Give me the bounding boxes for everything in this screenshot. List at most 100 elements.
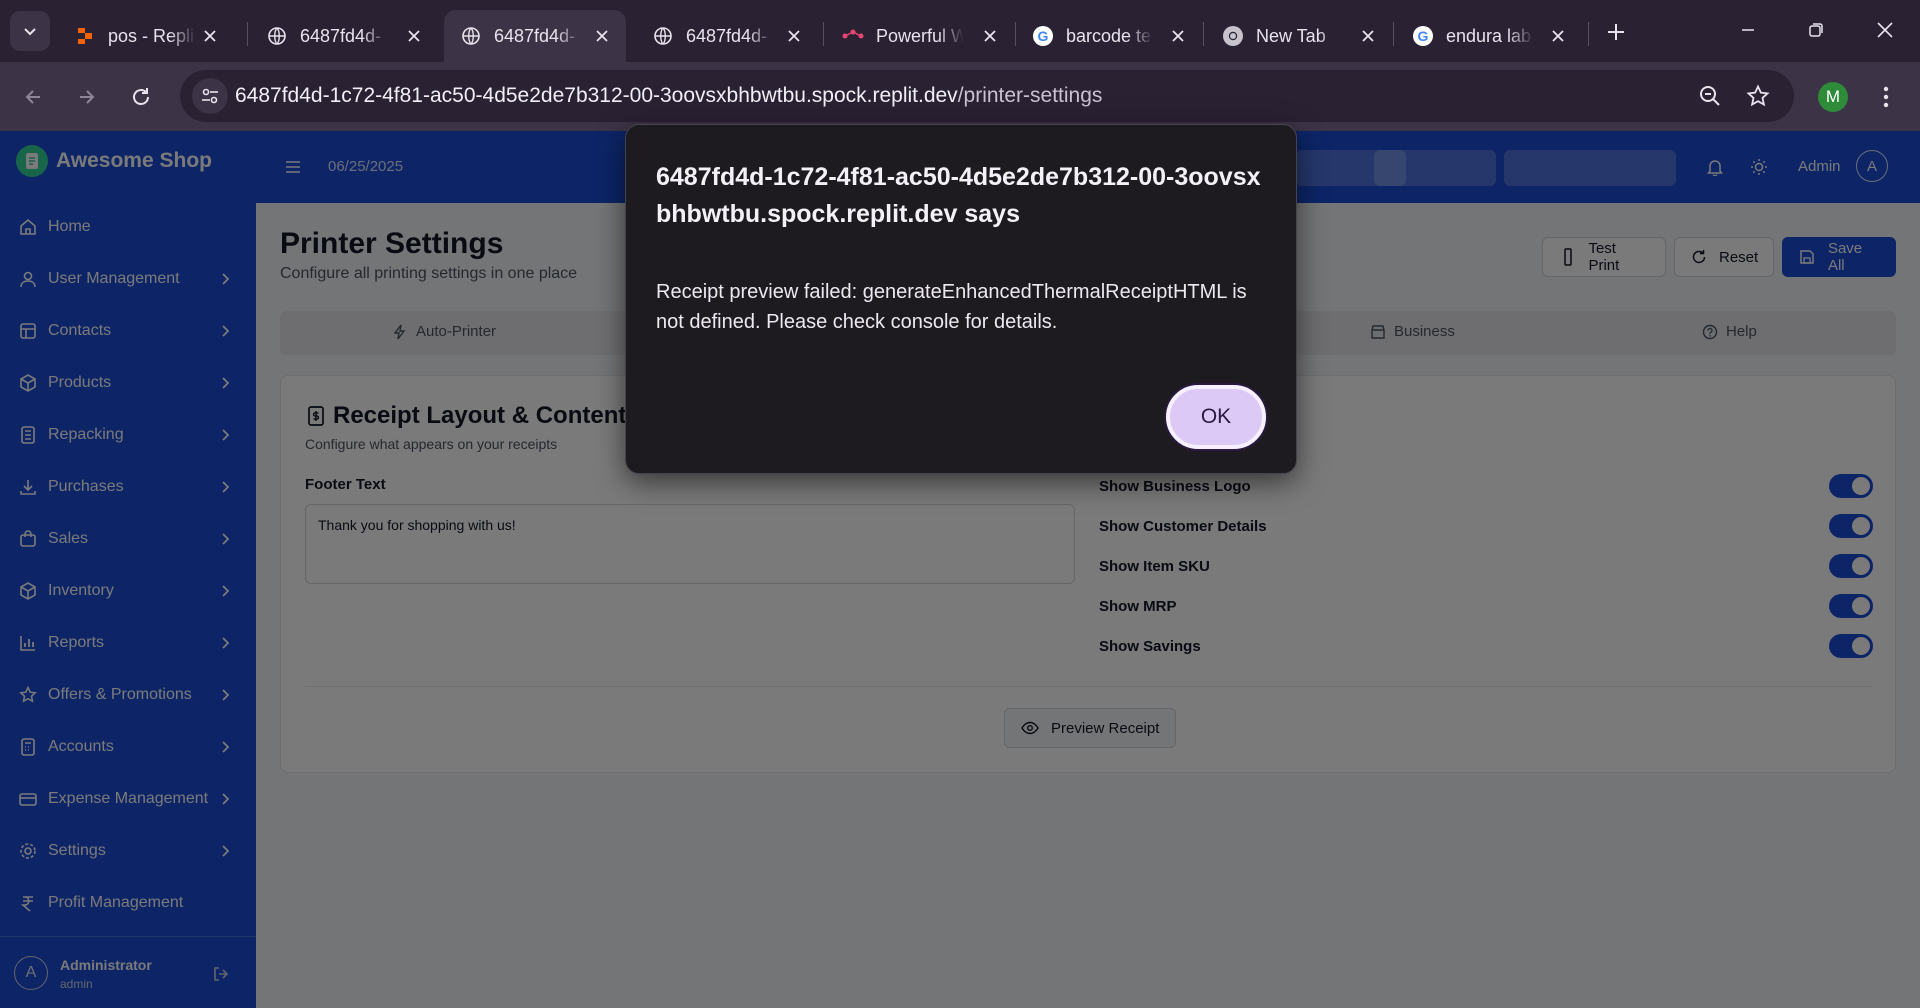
ok-button[interactable]: OK: [1166, 385, 1266, 449]
wallet-icon: [18, 789, 38, 809]
close-tab-icon[interactable]: [1168, 26, 1188, 46]
close-tab-icon[interactable]: [1548, 26, 1568, 46]
avatar[interactable]: A: [14, 956, 48, 990]
sidebar-item-accounts[interactable]: Accounts: [0, 721, 256, 773]
close-tab-icon[interactable]: [404, 26, 424, 46]
sidebar-item-label: Contacts: [48, 322, 112, 339]
brand[interactable]: Awesome Shop: [16, 145, 212, 177]
theme-toggle-button[interactable]: [1748, 156, 1770, 178]
bookmark-button[interactable]: [1744, 82, 1772, 110]
sidebar-item-home[interactable]: Home: [0, 201, 256, 253]
browser-tab-active[interactable]: 6487fd4d-: [444, 10, 626, 62]
save-all-button[interactable]: Save All: [1782, 237, 1896, 277]
back-button[interactable]: [14, 78, 52, 116]
sidebar-item-label: Offers & Promotions: [48, 686, 192, 703]
menu-toggle-button[interactable]: [282, 157, 304, 177]
footer-text-input[interactable]: Thank you for shopping with us!: [305, 504, 1075, 584]
sidebar-item-user-management[interactable]: User Management: [0, 253, 256, 305]
sidebar-item-inventory[interactable]: Inventory: [0, 565, 256, 617]
globe-icon: [266, 25, 288, 47]
minimize-button[interactable]: [1725, 12, 1771, 48]
user-icon: [18, 269, 38, 289]
tab-business[interactable]: Business: [1370, 323, 1455, 340]
header-action-button[interactable]: [1504, 150, 1676, 186]
reset-button[interactable]: Reset: [1674, 237, 1774, 277]
toggle-show-business-logo: Show Business Logo: [1099, 472, 1873, 502]
chevron-right-icon: [216, 529, 236, 549]
avatar[interactable]: A: [1856, 150, 1888, 182]
toggle-knob: [1852, 557, 1870, 575]
toggle-switch[interactable]: [1829, 634, 1873, 658]
close-tab-icon[interactable]: [592, 26, 612, 46]
browser-tab[interactable]: pos - Replit: [58, 10, 234, 62]
site-info-button[interactable]: [192, 78, 228, 114]
zoom-button[interactable]: [1696, 82, 1724, 110]
close-tab-icon[interactable]: [200, 26, 220, 46]
browser-tab[interactable]: G barcode te: [1016, 10, 1202, 62]
reload-button[interactable]: [122, 78, 160, 116]
tab-auto-printer[interactable]: Auto-Printer: [392, 323, 496, 340]
sidebar-item-purchases[interactable]: Purchases: [0, 461, 256, 513]
browser-tab[interactable]: 6487fd4d-: [250, 10, 438, 62]
close-tab-icon[interactable]: [1358, 26, 1378, 46]
gear-icon: [18, 841, 38, 861]
chevron-right-icon: [216, 373, 236, 393]
toggle-switch[interactable]: [1829, 514, 1873, 538]
preview-receipt-button[interactable]: Preview Receipt: [1004, 708, 1177, 748]
bell-icon: [1707, 160, 1723, 176]
tab-separator: [1588, 22, 1589, 46]
download-icon: [18, 477, 38, 497]
browser-tab[interactable]: New Tab: [1206, 10, 1392, 62]
close-window-button[interactable]: [1862, 12, 1908, 48]
sidebar-item-repacking[interactable]: Repacking: [0, 409, 256, 461]
bar-chart-icon: [18, 633, 38, 653]
sidebar-item-offers[interactable]: Offers & Promotions: [0, 669, 256, 721]
profile-avatar[interactable]: M: [1818, 82, 1848, 112]
browser-tab[interactable]: Powerful W: [826, 10, 1014, 62]
google-icon: G: [1412, 25, 1434, 47]
sidebar-item-expense-management[interactable]: Expense Management: [0, 773, 256, 825]
chevron-right-icon: [216, 789, 236, 809]
sidebar-item-label: Home: [48, 218, 91, 235]
store-icon: [1370, 324, 1386, 340]
toggle-switch[interactable]: [1829, 474, 1873, 498]
close-tab-icon[interactable]: [784, 26, 804, 46]
browser-menu-button[interactable]: [1872, 80, 1900, 114]
address-bar[interactable]: 6487fd4d-1c72-4f81-ac50-4d5e2de7b312-00-…: [180, 70, 1794, 122]
restore-button[interactable]: [1793, 12, 1839, 48]
sidebar-item-profit-management[interactable]: Profit Management: [0, 877, 256, 929]
sidebar-item-products[interactable]: Products: [0, 357, 256, 409]
sidebar-item-reports[interactable]: Reports: [0, 617, 256, 669]
close-tab-icon[interactable]: [980, 26, 1000, 46]
sidebar-item-sales[interactable]: Sales: [0, 513, 256, 565]
browser-tab[interactable]: G endura lab: [1396, 10, 1582, 62]
dialog-message: Receipt preview failed: generateEnhanced…: [656, 281, 1247, 333]
tab-search-button[interactable]: [10, 11, 50, 51]
test-print-button[interactable]: Test Print: [1542, 237, 1666, 277]
sidebar-item-settings[interactable]: Settings: [0, 825, 256, 877]
sidebar-item-label: Repacking: [48, 426, 124, 443]
header-user-name[interactable]: Admin: [1798, 158, 1841, 175]
logout-button[interactable]: [210, 963, 232, 985]
repack-icon: [18, 425, 38, 445]
browser-tab[interactable]: 6487fd4d-: [636, 10, 818, 62]
sidebar-item-label: Expense Management: [48, 790, 209, 807]
google-icon: G: [1032, 25, 1054, 47]
header-action-button[interactable]: [1374, 150, 1496, 186]
toggle-switch[interactable]: [1829, 554, 1873, 578]
logout-icon: [214, 967, 229, 981]
chevron-right-icon: [216, 841, 236, 861]
new-tab-button[interactable]: [1600, 16, 1632, 48]
sidebar-item-contacts[interactable]: Contacts: [0, 305, 256, 357]
card-subtitle: Configure what appears on your receipts: [305, 436, 558, 452]
bolt-icon: [392, 324, 408, 340]
sidebar-user-panel: A Administrator admin: [0, 936, 256, 1008]
chevron-right-icon: [216, 685, 236, 705]
sidebar-item-label: Inventory: [48, 582, 114, 599]
notifications-button[interactable]: [1704, 156, 1726, 178]
box-icon: [18, 373, 38, 393]
toggle-switch[interactable]: [1829, 594, 1873, 618]
current-date: 06/25/2025: [328, 158, 404, 175]
forward-button[interactable]: [68, 78, 106, 116]
tab-help[interactable]: Help: [1702, 323, 1757, 340]
